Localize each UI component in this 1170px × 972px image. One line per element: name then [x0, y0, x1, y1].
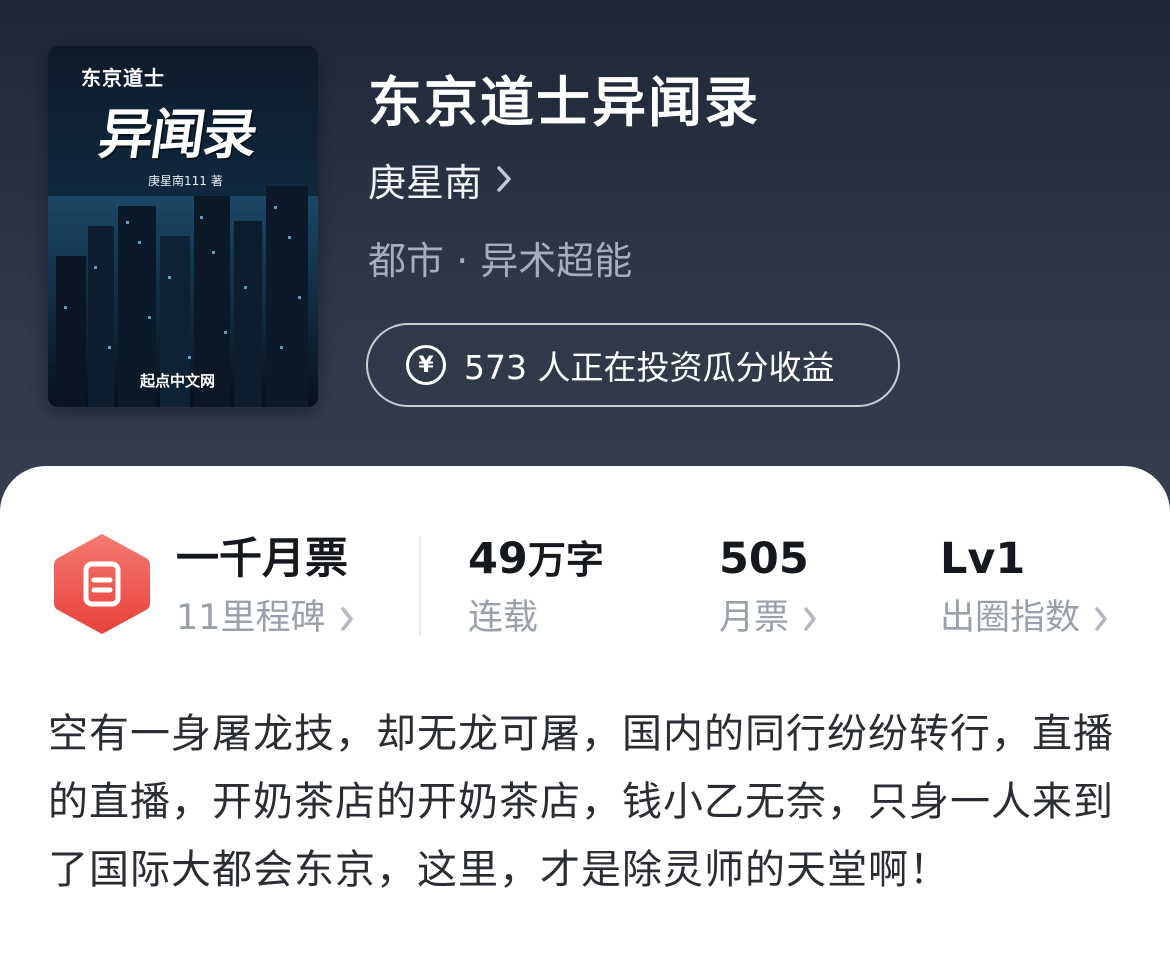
invest-button[interactable]: ¥ 573 人正在投资瓜分收益 [366, 323, 900, 407]
book-cover[interactable]: 东京道士 异闻录 庚星南111 著 起点中文网 [48, 46, 318, 407]
book-detail-page: 东京道士 异闻录 庚星南111 著 起点中文网 东京道士异闻录 庚星南 都市 ·… [0, 0, 1170, 972]
stat-honor[interactable]: 一千月票 11里程碑 [176, 538, 354, 636]
book-genre[interactable]: 都市 · 异术超能 [368, 230, 632, 285]
popularity-level-value: Lv1 [940, 534, 1026, 584]
word-count-number: 49 [468, 534, 528, 584]
cover-small-title: 东京道士 [81, 66, 165, 90]
chevron-right-icon [340, 606, 354, 632]
word-count-unit: 万字 [527, 538, 604, 582]
cover-author-line: 庚星南111 著 [148, 174, 223, 188]
cover-big-title: 异闻录 [94, 103, 260, 166]
book-synopsis[interactable]: 空有一身屠龙技，却无龙可屠，国内的同行纷纷转行，直播的直播，开奶茶店的开奶茶店，… [48, 700, 1128, 904]
stat-divider [419, 536, 421, 636]
author-name: 庚星南 [368, 160, 483, 205]
book-title: 东京道士异闻录 [368, 71, 760, 134]
popularity-level-label: 出圈指数 [940, 598, 1081, 638]
yen-coin-icon: ¥ [406, 345, 446, 385]
chevron-right-icon [803, 606, 817, 632]
chevron-right-icon [1094, 606, 1108, 632]
honor-label: 11里程碑 [176, 598, 326, 638]
serial-status-label: 连载 [468, 598, 539, 638]
stat-monthly-tickets[interactable]: 505 月票 [719, 538, 817, 636]
author-link[interactable]: 庚星南 [368, 154, 512, 205]
stat-popularity-level[interactable]: Lv1 出圈指数 [940, 538, 1108, 636]
book-header: 东京道士 异闻录 庚星南111 著 起点中文网 东京道士异闻录 庚星南 都市 ·… [0, 0, 1170, 520]
stat-word-count: 49万字 连载 [468, 538, 604, 636]
honor-value: 一千月票 [176, 534, 348, 584]
invest-label: 573 人正在投资瓜分收益 [464, 348, 835, 387]
monthly-tickets-label: 月票 [719, 598, 790, 638]
chevron-right-icon [496, 165, 512, 193]
cover-publisher: 起点中文网 [140, 372, 216, 390]
monthly-tickets-value: 505 [719, 534, 809, 584]
book-info-card: 一千月票 11里程碑 49万字 连载 505 月票 Lv1 出圈指数 空有一身屠… [0, 466, 1170, 972]
ticket-badge-icon [54, 534, 150, 634]
